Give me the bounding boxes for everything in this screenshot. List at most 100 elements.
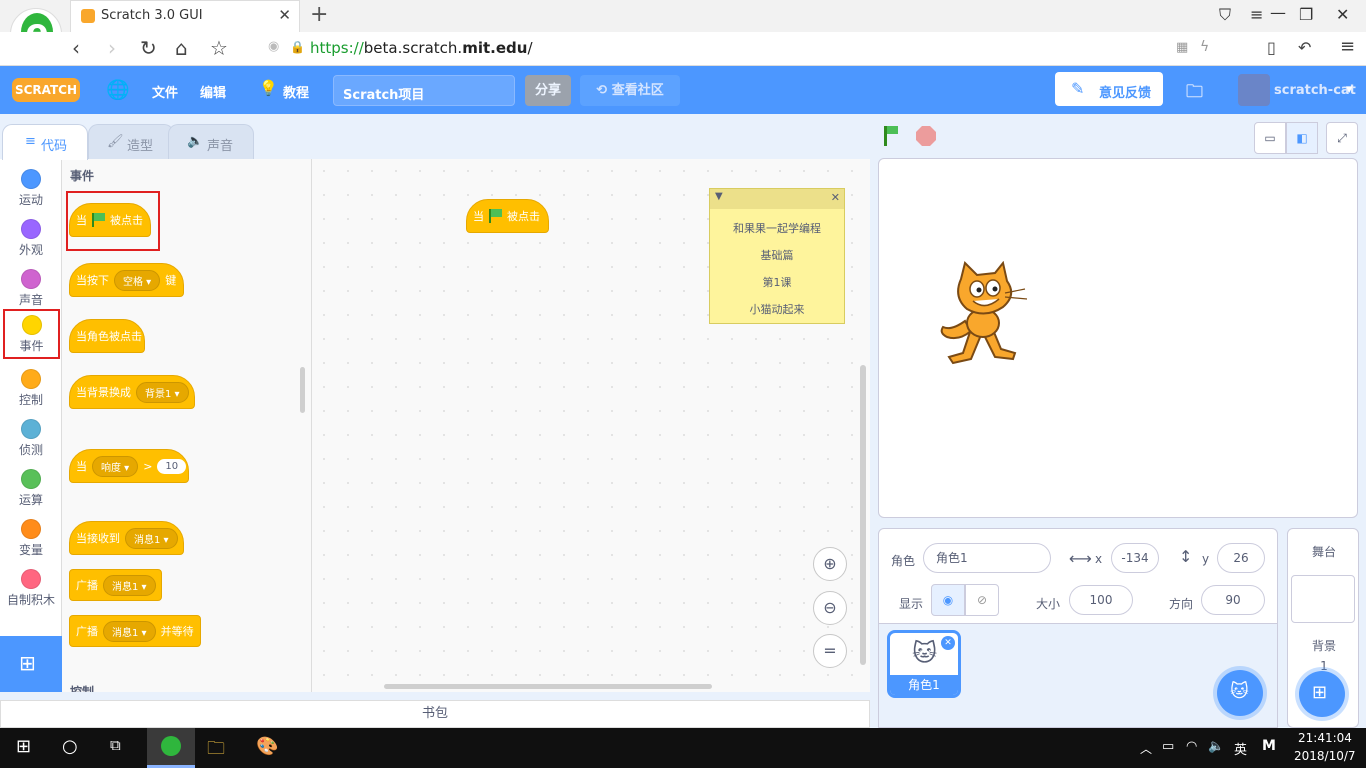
threshold-input[interactable]: 10 bbox=[157, 458, 187, 474]
tray-up-arrow-icon[interactable]: ︿ bbox=[1140, 740, 1152, 757]
show-hidden-button[interactable]: ⊘ bbox=[965, 584, 999, 616]
menu-tutorials[interactable]: 教程 bbox=[283, 82, 309, 101]
palette-scrollbar[interactable] bbox=[300, 367, 305, 413]
category-variables[interactable]: 变量 bbox=[0, 513, 62, 561]
menu-file[interactable]: 文件 bbox=[152, 82, 178, 101]
block-when-flag-clicked[interactable]: 当 被点击 bbox=[69, 203, 151, 237]
new-tab-icon[interactable]: + bbox=[310, 2, 328, 27]
taskbar-browser-app[interactable] bbox=[147, 728, 195, 768]
wifi-icon[interactable]: ◠ bbox=[1186, 739, 1197, 754]
category-control[interactable]: 控制 bbox=[0, 363, 62, 411]
ime-indicator[interactable]: 英 bbox=[1234, 739, 1247, 758]
category-looks[interactable]: 外观 bbox=[0, 213, 62, 261]
add-extension-button[interactable]: ⊞ bbox=[0, 636, 62, 692]
small-stage-button[interactable]: ▭ bbox=[1254, 122, 1286, 154]
category-events[interactable]: 事件 bbox=[3, 309, 60, 359]
forward-icon[interactable]: › bbox=[108, 36, 116, 60]
favorite-star-icon[interactable]: ☆ bbox=[210, 36, 228, 60]
workspace-block-when-flag-clicked[interactable]: 当 被点击 bbox=[466, 199, 549, 233]
tab-sounds[interactable]: 🔈 声音 bbox=[168, 124, 254, 159]
choose-backdrop-button[interactable]: ⊞ bbox=[1299, 671, 1345, 717]
cortana-search-icon[interactable]: ○ bbox=[62, 736, 78, 757]
category-motion[interactable]: 运动 bbox=[0, 163, 62, 211]
file-explorer-icon[interactable]: 🗀 bbox=[207, 736, 225, 766]
browser-tab[interactable]: Scratch 3.0 GUI ✕ bbox=[70, 0, 300, 32]
category-sound[interactable]: 声音 bbox=[0, 263, 62, 311]
back-icon[interactable]: ‹ bbox=[72, 36, 80, 60]
project-title-input[interactable]: Scratch项目 bbox=[333, 75, 515, 106]
category-my-blocks[interactable]: 自制积木 bbox=[0, 563, 62, 611]
fullscreen-button[interactable]: ⤢ bbox=[1326, 122, 1358, 154]
block-when-i-receive[interactable]: 当接收到 消息1 bbox=[69, 521, 184, 555]
more-menu-icon[interactable]: ≡ bbox=[1340, 36, 1355, 57]
close-window-icon[interactable]: ✕ bbox=[1336, 5, 1349, 24]
volume-icon[interactable]: 🔈 bbox=[1208, 739, 1224, 754]
maximize-icon[interactable]: ❐ bbox=[1299, 5, 1313, 24]
reload-icon[interactable]: ↻ bbox=[140, 36, 157, 60]
task-view-icon[interactable]: ⧉ bbox=[110, 736, 121, 754]
tab-code[interactable]: ≡ 代码 bbox=[2, 124, 88, 160]
category-sensing[interactable]: 侦测 bbox=[0, 413, 62, 461]
message-dropdown[interactable]: 消息1 bbox=[125, 527, 178, 549]
my-stuff-folder-icon[interactable]: 🗀 bbox=[1186, 79, 1203, 108]
sprite-thumbnail[interactable]: 🐱 ✕ 角色1 bbox=[887, 630, 961, 698]
reading-mode-icon[interactable]: ▯ bbox=[1267, 38, 1276, 57]
ime-mode-icon[interactable]: M bbox=[1262, 738, 1276, 754]
clock-time[interactable]: 21:41:04 bbox=[1298, 731, 1352, 745]
zoom-in-button[interactable]: ⊕ bbox=[813, 547, 847, 581]
shirt-icon[interactable]: ⛉ bbox=[1219, 5, 1231, 25]
backdrop-dropdown[interactable]: 背景1 bbox=[136, 381, 189, 403]
battery-icon[interactable]: ▭ bbox=[1162, 739, 1174, 754]
see-community-button[interactable]: ⟲ 查看社区 bbox=[580, 75, 680, 106]
choose-sprite-button[interactable]: 🐱 bbox=[1217, 670, 1263, 716]
y-position-input[interactable]: 26 bbox=[1217, 543, 1265, 573]
share-button[interactable]: 分享 bbox=[525, 75, 571, 106]
show-visible-button[interactable]: ◉ bbox=[931, 584, 965, 616]
tab-costumes[interactable]: 🖌 造型 bbox=[88, 124, 174, 159]
scratch-logo[interactable]: SCRATCH bbox=[12, 78, 80, 102]
delete-sprite-icon[interactable]: ✕ bbox=[941, 636, 955, 650]
collapse-icon[interactable]: ▼ bbox=[715, 191, 723, 202]
sprite-name-input[interactable]: 角色1 bbox=[923, 543, 1051, 573]
category-operators[interactable]: 运算 bbox=[0, 463, 62, 511]
feedback-button[interactable]: ✎ 意见反馈 bbox=[1055, 72, 1163, 106]
green-flag-button[interactable] bbox=[884, 126, 904, 148]
close-note-icon[interactable]: ✕ bbox=[831, 191, 840, 204]
minimize-icon[interactable]: — bbox=[1270, 3, 1286, 22]
account-avatar[interactable] bbox=[1238, 74, 1270, 106]
block-broadcast[interactable]: 广播 消息1 bbox=[69, 569, 162, 601]
undo-icon[interactable]: ↶ bbox=[1298, 38, 1311, 57]
home-icon[interactable]: ⌂ bbox=[175, 36, 188, 60]
key-dropdown[interactable]: 空格 bbox=[114, 269, 161, 291]
page-info-icon[interactable]: ◉ bbox=[268, 39, 279, 54]
menu-icon[interactable]: ≡ bbox=[1250, 5, 1263, 24]
lightning-icon[interactable]: ϟ bbox=[1200, 39, 1209, 55]
language-globe-icon[interactable]: 🌐 bbox=[106, 78, 130, 101]
backpack[interactable]: 书包 bbox=[0, 700, 870, 728]
clock-date[interactable]: 2018/10/7 bbox=[1294, 749, 1356, 763]
x-position-input[interactable]: -134 bbox=[1111, 543, 1159, 573]
scratch-cat-sprite[interactable] bbox=[937, 261, 1033, 367]
comment-note[interactable]: ▼ ✕ 和果果一起学编程 基础篇 第1课 小猫动起来 bbox=[709, 188, 845, 324]
block-when-backdrop-switches[interactable]: 当背景换成 背景1 bbox=[69, 375, 195, 409]
block-when-key-pressed[interactable]: 当按下空格键 bbox=[69, 263, 184, 297]
block-when-sprite-clicked[interactable]: 当角色被点击 bbox=[69, 319, 145, 353]
stage-thumbnail[interactable] bbox=[1291, 575, 1355, 623]
stop-sign-icon[interactable] bbox=[916, 126, 936, 146]
workspace-vertical-scrollbar[interactable] bbox=[860, 365, 866, 665]
zoom-reset-button[interactable]: = bbox=[813, 634, 847, 668]
zoom-out-button[interactable]: ⊖ bbox=[813, 591, 847, 625]
block-broadcast-and-wait[interactable]: 广播消息1 并等待 bbox=[69, 615, 201, 647]
url-input[interactable]: https://beta.scratch.mit.edu/ bbox=[310, 39, 533, 57]
normal-stage-button[interactable]: ◧ bbox=[1286, 122, 1318, 154]
account-username[interactable]: scratch-cat bbox=[1274, 83, 1356, 98]
workspace-horizontal-scrollbar[interactable] bbox=[384, 684, 712, 689]
account-dropdown-icon[interactable]: ▾ bbox=[1346, 82, 1353, 97]
block-when-loudness-greater[interactable]: 当响度 >10 bbox=[69, 449, 189, 483]
stage-canvas[interactable] bbox=[878, 158, 1358, 518]
message-dropdown[interactable]: 消息1 bbox=[103, 574, 156, 596]
qr-icon[interactable]: ▦ bbox=[1176, 40, 1188, 55]
paint-app-icon[interactable]: 🎨 bbox=[256, 736, 278, 757]
direction-input[interactable]: 90 bbox=[1201, 585, 1265, 615]
windows-start-icon[interactable]: ⊞ bbox=[16, 736, 31, 757]
